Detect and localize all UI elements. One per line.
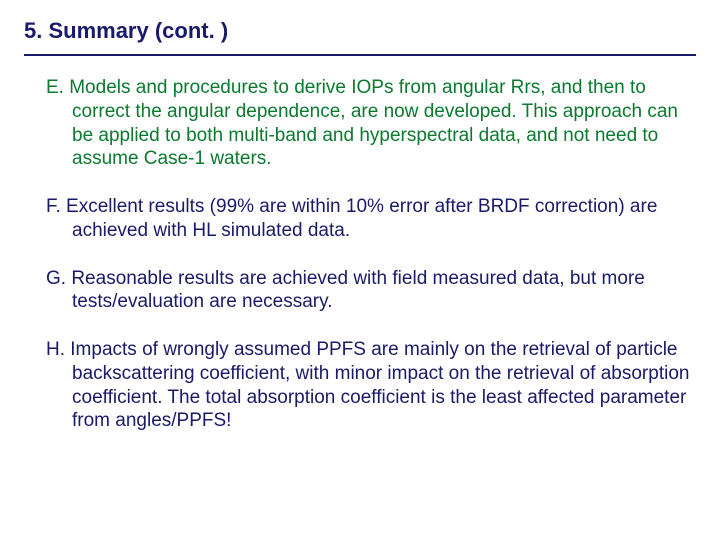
slide: 5. Summary (cont. ) E. Models and proced… <box>0 0 720 540</box>
summary-item-e: E. Models and procedures to derive IOPs … <box>24 76 696 171</box>
summary-item-h: H. Impacts of wrongly assumed PPFS are m… <box>24 338 696 433</box>
heading-block: 5. Summary (cont. ) <box>24 18 696 56</box>
summary-item-g: G. Reasonable results are achieved with … <box>24 267 696 315</box>
summary-item-f: F. Excellent results (99% are within 10%… <box>24 195 696 243</box>
slide-title: 5. Summary (cont. ) <box>24 18 696 44</box>
